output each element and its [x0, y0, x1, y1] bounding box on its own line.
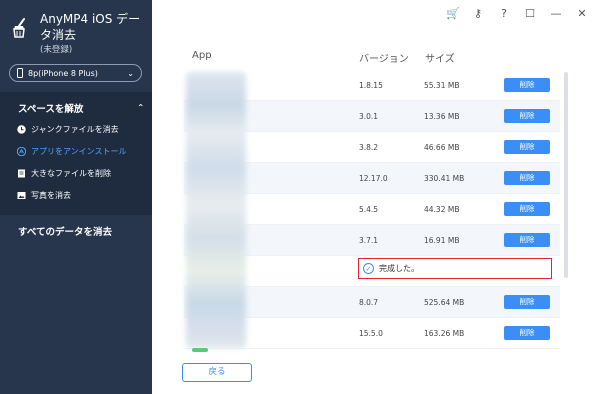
delete-button[interactable]: 削除: [504, 202, 550, 216]
version-cell: 3.7.1: [359, 236, 379, 245]
broom-logo-icon: [13, 18, 25, 38]
window-controls: 🛒 ⚷ ? ☐ — ✕: [446, 7, 588, 20]
feedback-icon[interactable]: ☐: [524, 7, 536, 20]
sidebar-item-label: ジャンクファイルを消去: [31, 125, 119, 134]
version-cell: 15.5.0: [359, 329, 383, 338]
completed-text: 完成した。: [379, 264, 419, 273]
blurred-app-icons: [186, 72, 246, 348]
registration-status: (未登録): [40, 45, 73, 55]
header-app: App: [192, 50, 212, 61]
size-cell: 163.26 MB: [424, 329, 465, 338]
sidebar-item-erase-all[interactable]: すべてのデータを消去: [18, 224, 112, 238]
close-icon[interactable]: ✕: [576, 7, 588, 20]
version-cell: 12.17.0: [359, 174, 388, 183]
version-cell: 3.8.2: [359, 143, 379, 152]
phone-icon: [17, 68, 23, 78]
size-cell: 525.64 MB: [424, 298, 465, 307]
cart-icon[interactable]: 🛒: [446, 7, 460, 20]
scrollbar[interactable]: [564, 72, 568, 278]
delete-button[interactable]: 削除: [504, 295, 550, 309]
version-cell: 8.0.7: [359, 298, 379, 307]
delete-button[interactable]: 削除: [504, 78, 550, 92]
help-icon[interactable]: ?: [498, 7, 510, 20]
back-button[interactable]: 戻る: [182, 363, 252, 382]
sidebar-item-label: アプリをアンインストール: [31, 147, 127, 156]
header-size: サイズ: [425, 54, 455, 65]
sidebar-item-label: 写真を消去: [31, 191, 71, 200]
sidebar-item-label: 大きなファイルを削除: [31, 169, 111, 178]
completed-status: ✓ 完成した。: [358, 258, 552, 279]
clock-icon: [17, 125, 26, 134]
chevron-up-icon[interactable]: ⌄: [137, 101, 145, 111]
delete-button[interactable]: 削除: [504, 171, 550, 185]
device-selector[interactable]: 8p(iPhone 8 Plus) ⌄: [9, 64, 142, 82]
delete-button[interactable]: 削除: [504, 140, 550, 154]
size-cell: 44.32 MB: [424, 205, 460, 214]
size-cell: 46.66 MB: [424, 143, 460, 152]
delete-button[interactable]: 削除: [504, 233, 550, 247]
partial-app-icon: [192, 348, 208, 352]
device-label: 8p(iPhone 8 Plus): [28, 68, 98, 78]
section-free-space[interactable]: スペースを解放: [18, 101, 83, 115]
key-icon[interactable]: ⚷: [472, 7, 484, 20]
size-cell: 13.36 MB: [424, 112, 460, 121]
delete-button[interactable]: 削除: [504, 326, 550, 340]
size-cell: 55.31 MB: [424, 81, 460, 90]
app-store-icon: [17, 147, 26, 156]
check-circle-icon: ✓: [363, 263, 374, 274]
chevron-down-icon: ⌄: [127, 68, 134, 78]
photo-icon: [17, 191, 26, 200]
file-icon: [17, 169, 26, 178]
size-cell: 16.91 MB: [424, 236, 460, 245]
header-version: バージョン: [359, 54, 409, 65]
app-title: AnyMP4 iOS データ消去: [40, 12, 141, 42]
version-cell: 5.4.5: [359, 205, 379, 214]
sidebar-item-junk[interactable]: ジャンクファイルを消去: [17, 124, 119, 135]
minimize-icon[interactable]: —: [550, 7, 562, 20]
sidebar-item-large-files[interactable]: 大きなファイルを削除: [17, 168, 111, 179]
sidebar-item-uninstall[interactable]: アプリをアンインストール: [17, 146, 127, 157]
size-cell: 330.41 MB: [424, 174, 465, 183]
sidebar-item-photos[interactable]: 写真を消去: [17, 190, 71, 201]
version-cell: 1.8.15: [359, 81, 383, 90]
delete-button[interactable]: 削除: [504, 109, 550, 123]
version-cell: 3.0.1: [359, 112, 379, 121]
